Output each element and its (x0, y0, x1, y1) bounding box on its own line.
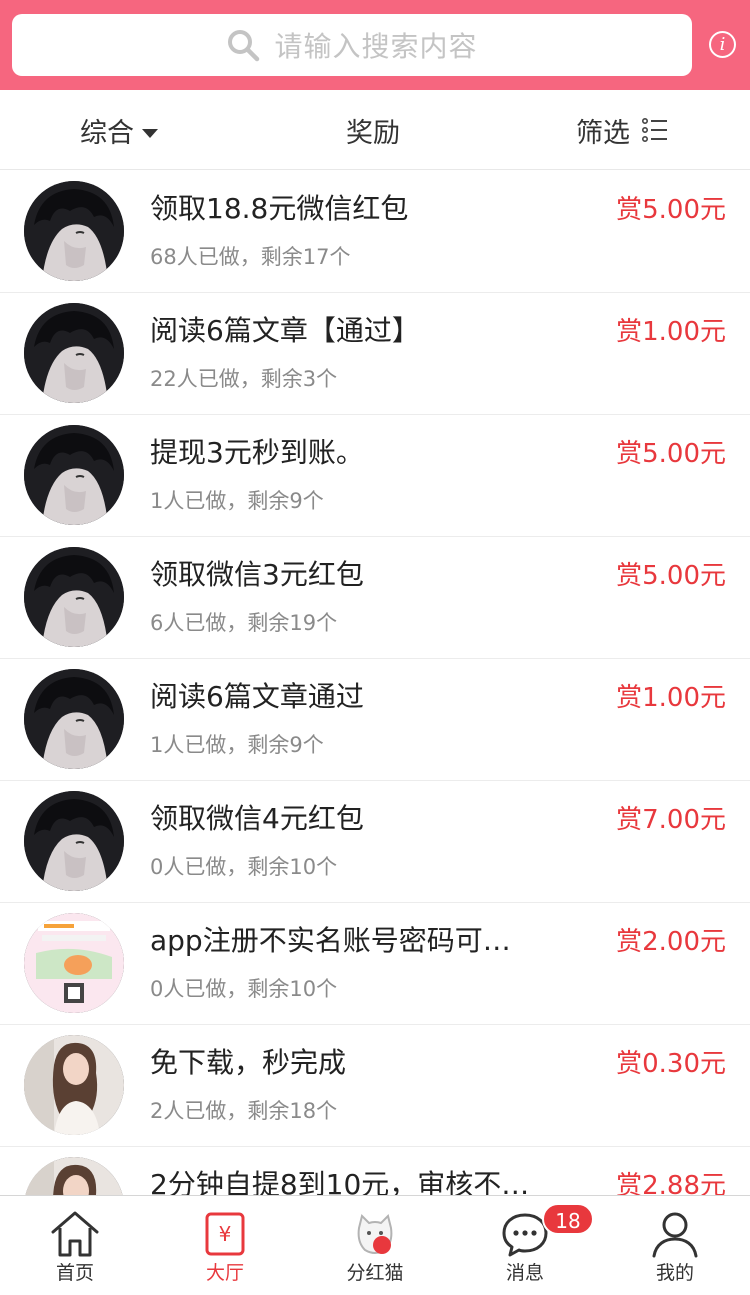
task-meta: 1人已做，剩余9个 (150, 733, 324, 757)
filter-screen[interactable]: 筛选 (576, 90, 668, 170)
cat-icon (357, 1214, 393, 1254)
filter-label: 奖励 (346, 117, 400, 149)
anime-avatar (24, 547, 124, 647)
task-item[interactable]: 阅读6篇文章【通过】 22人已做，剩余3个 赏1.00元 (0, 293, 750, 415)
task-reward: 赏5.00元 (616, 439, 726, 469)
task-title: 领取微信4元红包 (150, 802, 364, 835)
caret-down-icon (142, 128, 158, 138)
task-list: 领取18.8元微信红包 68人已做，剩余17个 赏5.00元 阅读6篇文章【通过】 22… (0, 171, 750, 1195)
task-meta: 0人已做，剩余10个 (150, 855, 338, 879)
tab-home[interactable]: 首页 (0, 1196, 150, 1295)
task-meta: 1人已做，剩余9个 (150, 489, 324, 513)
filter-label: 筛选 (576, 117, 630, 149)
home-icon (51, 1211, 99, 1257)
tab-label: 分红猫 (346, 1262, 404, 1284)
svg-text:¥: ¥ (219, 1222, 232, 1246)
task-item[interactable]: 领取微信4元红包 0人已做，剩余10个 赏7.00元 (0, 781, 750, 903)
filter-bar: 综合 奖励 筛选 (0, 90, 750, 170)
hall-icon: ¥ (205, 1212, 245, 1256)
task-item[interactable]: 2分钟自提8到10元，审核不… 赏2.88元 (0, 1147, 750, 1195)
task-meta: 22人已做，剩余3个 (150, 367, 338, 391)
filter-reward[interactable]: 奖励 (346, 90, 400, 170)
search-placeholder: 请输入搜索内容 (274, 30, 478, 63)
task-title: 阅读6篇文章通过 (150, 680, 364, 713)
search-input[interactable]: 请输入搜索内容 (12, 14, 692, 76)
girl-photo (24, 1157, 124, 1195)
anime-avatar (24, 425, 124, 525)
tab-label: 大厅 (205, 1262, 244, 1284)
task-meta: 0人已做，剩余10个 (150, 977, 338, 1001)
task-reward: 赏1.00元 (616, 317, 726, 347)
anime-avatar (24, 791, 124, 891)
task-title: 免下载，秒完成 (150, 1046, 347, 1079)
user-icon (652, 1212, 698, 1258)
task-reward: 赏0.30元 (616, 1049, 726, 1079)
task-item[interactable]: app注册不实名账号密码可… 0人已做，剩余10个 赏2.00元 (0, 903, 750, 1025)
filter-comprehensive[interactable]: 综合 (80, 90, 158, 170)
tab-cat[interactable]: 分红猫 (300, 1196, 450, 1295)
task-reward: 赏2.00元 (616, 927, 726, 957)
tab-label: 首页 (55, 1262, 94, 1284)
tab-label: 我的 (655, 1262, 694, 1284)
task-meta: 6人已做，剩余19个 (150, 611, 338, 635)
task-meta: 2人已做，剩余18个 (150, 1099, 338, 1123)
task-title: app注册不实名账号密码可… (150, 924, 511, 957)
task-title: 领取微信3元红包 (150, 558, 364, 591)
anime-avatar (24, 303, 124, 403)
task-item[interactable]: 提现3元秒到账。 1人已做，剩余9个 赏5.00元 (0, 415, 750, 537)
task-item[interactable]: 领取18.8元微信红包 68人已做，剩余17个 赏5.00元 (0, 171, 750, 293)
task-reward: 赏5.00元 (616, 561, 726, 591)
task-reward: 赏1.00元 (616, 683, 726, 713)
tab-hall[interactable]: ¥ 大厅 (150, 1196, 300, 1295)
info-icon[interactable]: i (709, 31, 736, 58)
list-icon (642, 118, 667, 142)
task-title: 领取18.8元微信红包 (150, 192, 409, 225)
filter-label: 综合 (80, 117, 134, 149)
promo-poster (24, 913, 124, 1013)
task-meta: 68人已做，剩余17个 (150, 245, 351, 269)
task-item[interactable]: 阅读6篇文章通过 1人已做，剩余9个 赏1.00元 (0, 659, 750, 781)
task-reward: 赏7.00元 (616, 805, 726, 835)
tab-label: 消息 (505, 1262, 544, 1284)
tab-mine[interactable]: 我的 (600, 1196, 750, 1295)
task-item[interactable]: 免下载，秒完成 2人已做，剩余18个 赏0.30元 (0, 1025, 750, 1147)
task-reward: 赏5.00元 (616, 195, 726, 225)
top-bar: 请输入搜索内容 i (0, 0, 750, 90)
search-icon (228, 30, 260, 62)
anime-avatar (24, 181, 124, 281)
task-title: 阅读6篇文章【通过】 (150, 314, 420, 347)
anime-avatar (24, 669, 124, 769)
girl-photo (24, 1035, 124, 1135)
task-reward: 赏2.88元 (616, 1171, 726, 1195)
message-count-badge: 18 (542, 1203, 594, 1235)
task-title: 提现3元秒到账。 (150, 436, 364, 469)
tab-bar: 首页 ¥ 大厅 分红猫 消息 我的 (0, 1195, 750, 1295)
task-title: 2分钟自提8到10元，审核不… (150, 1168, 530, 1195)
task-item[interactable]: 领取微信3元红包 6人已做，剩余19个 赏5.00元 (0, 537, 750, 659)
